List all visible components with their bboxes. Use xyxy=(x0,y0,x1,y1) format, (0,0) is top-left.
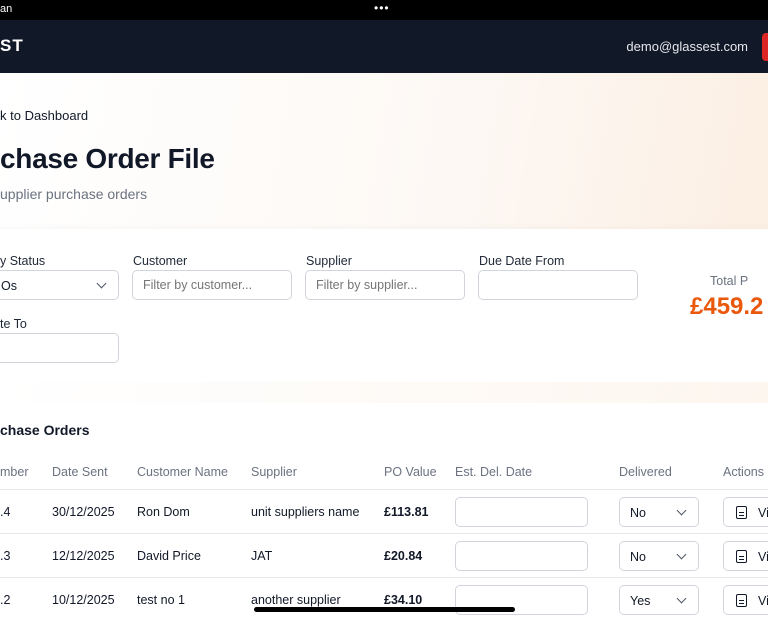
est-delivery-date-input[interactable] xyxy=(455,541,588,571)
supplier-name: unit suppliers name xyxy=(251,505,360,519)
po-number: .3 xyxy=(0,549,11,563)
delivered-select[interactable]: No xyxy=(619,497,699,527)
due-date-from-input[interactable] xyxy=(478,270,638,300)
customer-name: test no 1 xyxy=(137,593,185,607)
multitasking-dots-icon[interactable]: ••• xyxy=(374,2,390,14)
date-sent: 30/12/2025 xyxy=(52,505,115,519)
po-number: .2 xyxy=(0,593,11,607)
date-sent: 10/12/2025 xyxy=(52,593,115,607)
column-header-delivered[interactable]: Delivered xyxy=(619,465,672,479)
delivered-value: No xyxy=(630,550,646,564)
column-header-number[interactable]: mber xyxy=(0,465,28,479)
customer-name: David Price xyxy=(137,549,201,563)
back-to-dashboard-link[interactable]: k to Dashboard xyxy=(0,108,88,123)
column-header-actions: Actions xyxy=(723,465,764,479)
status-filter-value: Os xyxy=(1,279,17,293)
section-divider xyxy=(0,382,768,403)
table-row[interactable]: .2 10/12/2025 test no 1 another supplier… xyxy=(0,577,768,621)
delivered-value: Yes xyxy=(630,594,651,608)
status-bar-text: an xyxy=(0,3,13,15)
view-button-label: Vi xyxy=(758,594,768,608)
supplier-name: another supplier xyxy=(251,593,341,607)
document-icon xyxy=(736,594,747,607)
chevron-down-icon xyxy=(676,549,687,560)
delivered-value: No xyxy=(630,506,646,520)
column-header-supplier[interactable]: Supplier xyxy=(251,465,297,479)
chevron-down-icon xyxy=(676,505,687,516)
user-email: demo@glassest.com xyxy=(626,39,748,54)
table-row[interactable]: .3 12/12/2025 David Price JAT £20.84 No … xyxy=(0,533,768,577)
system-status-bar: an ••• xyxy=(0,0,768,20)
supplier-name: JAT xyxy=(251,549,273,563)
top-navbar: ST demo@glassest.com xyxy=(0,20,768,73)
document-icon xyxy=(736,550,747,563)
due-date-to-label: te To xyxy=(0,317,27,331)
page-title: chase Order File xyxy=(0,143,215,174)
logout-button[interactable] xyxy=(762,33,768,61)
purchase-orders-section: chase Orders mber Date Sent Customer Nam… xyxy=(0,403,768,619)
page-header: k to Dashboard chase Order File upplier … xyxy=(0,73,768,233)
status-filter-label: y Status xyxy=(0,254,46,268)
due-date-from-label: Due Date From xyxy=(479,254,565,268)
column-header-customer-name[interactable]: Customer Name xyxy=(137,465,228,479)
chevron-down-icon xyxy=(96,278,107,289)
po-value: £113.81 xyxy=(384,505,429,519)
column-header-est-del-date[interactable]: Est. Del. Date xyxy=(455,465,532,479)
delivered-select[interactable]: Yes xyxy=(619,585,699,615)
customer-filter-input[interactable] xyxy=(132,270,292,300)
document-icon xyxy=(736,506,747,519)
due-date-to-input[interactable] xyxy=(0,333,119,363)
view-button[interactable]: Vi xyxy=(723,585,768,615)
customer-name: Ron Dom xyxy=(137,505,190,519)
page-subtitle: upplier purchase orders xyxy=(0,186,148,202)
column-header-po-value[interactable]: PO Value xyxy=(384,465,437,479)
column-header-date-sent[interactable]: Date Sent xyxy=(52,465,108,479)
filters-panel: y Status Os Customer Supplier Due Date F… xyxy=(0,229,768,382)
total-po-value: £459.2 xyxy=(690,293,764,320)
view-button[interactable]: Vi xyxy=(723,541,768,571)
chevron-down-icon xyxy=(676,593,687,604)
po-value: £34.10 xyxy=(384,593,423,607)
total-po-label: Total P xyxy=(710,274,749,288)
delivered-select[interactable]: No xyxy=(619,541,699,571)
supplier-filter-input[interactable] xyxy=(305,270,465,300)
view-button-label: Vi xyxy=(758,550,768,564)
customer-filter-label: Customer xyxy=(133,254,188,268)
view-button[interactable]: Vi xyxy=(723,497,768,527)
home-indicator[interactable] xyxy=(254,607,515,612)
table-row[interactable]: .4 30/12/2025 Ron Dom unit suppliers nam… xyxy=(0,489,768,533)
view-button-label: Vi xyxy=(758,506,768,520)
po-number: .4 xyxy=(0,505,11,519)
status-filter-select[interactable]: Os xyxy=(0,270,119,300)
supplier-filter-label: Supplier xyxy=(306,254,352,268)
est-delivery-date-input[interactable] xyxy=(455,497,588,527)
po-value: £20.84 xyxy=(384,549,423,563)
purchase-orders-title: chase Orders xyxy=(0,422,90,438)
date-sent: 12/12/2025 xyxy=(52,549,115,563)
brand-logo[interactable]: ST xyxy=(0,36,24,56)
